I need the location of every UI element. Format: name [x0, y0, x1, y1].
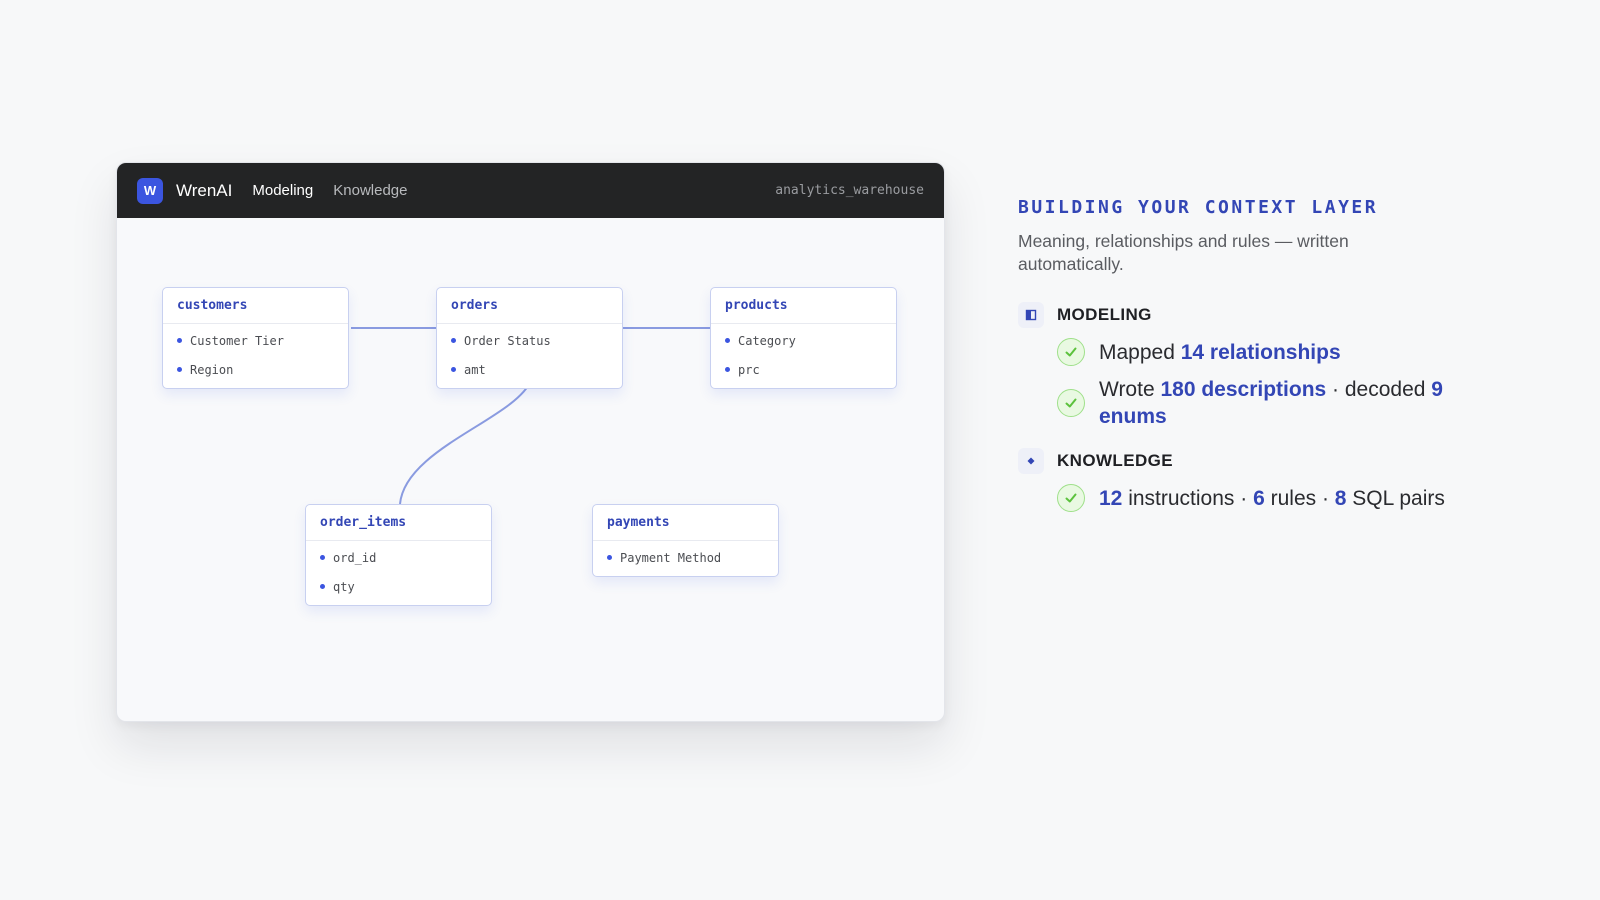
column-name: amt: [464, 362, 486, 377]
column-row[interactable]: Region: [163, 355, 348, 384]
column-name: ord_id: [333, 550, 377, 565]
database-name: analytics_warehouse: [775, 183, 924, 198]
panel-subtitle: Meaning, relationships and rules — writt…: [1018, 231, 1349, 274]
instructions-label: instructions ·: [1122, 486, 1254, 510]
column-bullet-icon: [451, 367, 456, 372]
knowledge-section: KNOWLEDGE 12 instructions · 6 rules · 8 …: [1018, 448, 1578, 512]
sql-pairs-label: SQL pairs: [1346, 486, 1445, 510]
title-bar: W WrenAI Modeling Knowledge analytics_wa…: [117, 163, 944, 218]
app-window: W WrenAI Modeling Knowledge analytics_wa…: [116, 162, 945, 722]
table-name: order_items: [306, 505, 491, 541]
tab-knowledge[interactable]: Knowledge: [333, 182, 407, 199]
tab-modeling[interactable]: Modeling: [252, 182, 313, 199]
panel-heading: BUILDING YOUR CONTEXT LAYER: [1018, 197, 1379, 218]
table-card-customers[interactable]: customers Customer Tier Region: [162, 287, 349, 389]
item-text: 12 instructions · 6 rules · 8 SQL pairs: [1099, 485, 1445, 512]
relationships-count: 14 relationships: [1180, 340, 1341, 364]
column-row[interactable]: Customer Tier: [163, 326, 348, 355]
column-name: Order Status: [464, 333, 551, 348]
modeling-item-relationships: Mapped 14 relationships: [1057, 338, 1578, 366]
column-name: qty: [333, 579, 355, 594]
table-card-products[interactable]: products Category prc: [710, 287, 897, 389]
column-bullet-icon: [607, 555, 612, 560]
column-bullet-icon: [177, 338, 182, 343]
section-title: KNOWLEDGE: [1057, 451, 1173, 470]
instructions-count: 12: [1099, 486, 1123, 510]
knowledge-item: 12 instructions · 6 rules · 8 SQL pairs: [1057, 484, 1578, 512]
section-title: MODELING: [1057, 305, 1152, 324]
context-layer-panel: BUILDING YOUR CONTEXT LAYER Meaning, rel…: [1018, 197, 1578, 512]
app-name: WrenAI: [176, 180, 233, 200]
column-name: Category: [738, 333, 796, 348]
column-bullet-icon: [177, 367, 182, 372]
column-row[interactable]: Payment Method: [593, 543, 778, 572]
table-name: orders: [437, 288, 622, 324]
descriptions-count: 180 descriptions: [1160, 378, 1327, 401]
modeling-item-descriptions: Wrote 180 descriptions · decoded 9 enums: [1057, 376, 1578, 430]
table-card-payments[interactable]: payments Payment Method: [592, 504, 779, 577]
table-name: customers: [163, 288, 348, 324]
column-row[interactable]: amt: [437, 355, 622, 384]
diamond-icon: [1018, 448, 1044, 474]
column-row[interactable]: Order Status: [437, 326, 622, 355]
section-header-modeling: MODELING: [1018, 302, 1578, 328]
item-text: Mapped 14 relationships: [1099, 339, 1341, 366]
item-prefix: Mapped: [1099, 340, 1181, 364]
column-name: Region: [190, 362, 234, 377]
modeling-icon: [1018, 302, 1044, 328]
section-header-knowledge: KNOWLEDGE: [1018, 448, 1578, 474]
check-icon: [1057, 338, 1085, 366]
table-name: products: [711, 288, 896, 324]
column-bullet-icon: [725, 367, 730, 372]
sql-pairs-count: 8: [1334, 486, 1347, 510]
column-row[interactable]: prc: [711, 355, 896, 384]
column-bullet-icon: [320, 555, 325, 560]
wrenai-logo: W: [137, 177, 163, 204]
column-name: Customer Tier: [190, 333, 284, 348]
table-name: payments: [593, 505, 778, 541]
column-bullet-icon: [451, 338, 456, 343]
edge-orders-order-items[interactable]: [399, 379, 532, 505]
column-name: prc: [738, 362, 760, 377]
item-text: Wrote 180 descriptions · decoded 9 enums: [1099, 376, 1479, 430]
column-row[interactable]: Category: [711, 326, 896, 355]
check-icon: [1057, 389, 1085, 417]
rules-count: 6: [1253, 486, 1265, 510]
table-card-orders[interactable]: orders Order Status amt: [436, 287, 623, 389]
column-row[interactable]: qty: [306, 572, 491, 601]
rules-label: rules ·: [1264, 486, 1335, 510]
item-mid: · decoded: [1326, 378, 1432, 401]
column-bullet-icon: [320, 584, 325, 589]
modeling-section: MODELING Mapped 14 relationships Wrote 1…: [1018, 302, 1578, 430]
table-card-order-items[interactable]: order_items ord_id qty: [305, 504, 492, 606]
item-prefix: Wrote: [1099, 378, 1161, 401]
modeling-canvas[interactable]: customers Customer Tier Region orders Or…: [117, 218, 944, 721]
column-row[interactable]: ord_id: [306, 543, 491, 572]
column-bullet-icon: [725, 338, 730, 343]
column-name: Payment Method: [620, 550, 722, 565]
check-icon: [1057, 484, 1085, 512]
